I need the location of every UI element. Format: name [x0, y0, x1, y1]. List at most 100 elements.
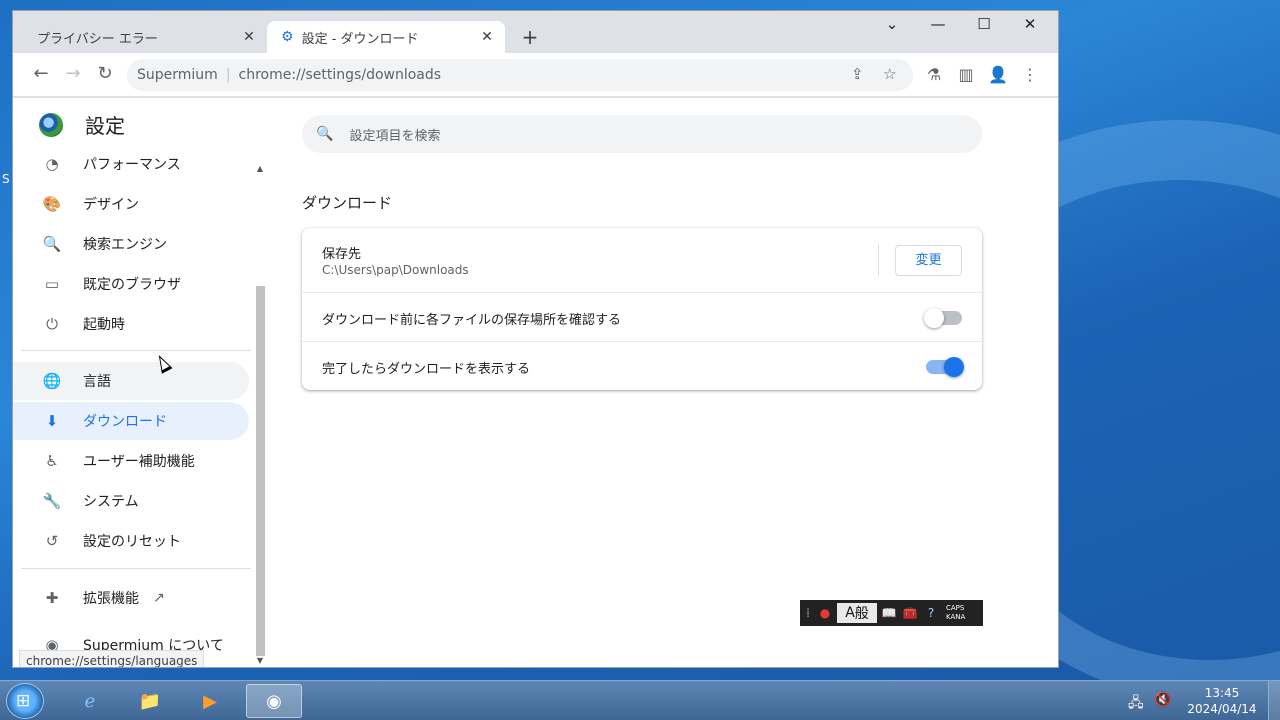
supermium-taskbar-icon[interactable]: ◉ — [246, 684, 302, 718]
change-location-button[interactable]: 変更 — [895, 245, 962, 276]
ime-grip-icon[interactable]: ⁞ — [803, 603, 813, 623]
taskbar: ⊞ ℯ 📁 ▶ ◉ 🖧 🔇 13:45 2024/04/14 — [0, 680, 1280, 720]
network-icon[interactable]: 🖧 — [1128, 692, 1144, 716]
desktop-edge-text: S — [2, 172, 10, 186]
settings-sidebar: 設定 ◔ パフォーマンス 🎨 デザイン 🔍 検索エンジン ▭ 既定のブラウザ ⏻… — [13, 98, 266, 667]
downloads-settings-card: 保存先 C:\Users\pap\Downloads 変更 ダウンロード前に各フ… — [302, 228, 982, 390]
system-clock[interactable]: 13:45 2024/04/14 — [1178, 685, 1266, 717]
location-label: 保存先 — [322, 247, 362, 262]
settings-page: 設定 ◔ パフォーマンス 🎨 デザイン 🔍 検索エンジン ▭ 既定のブラウザ ⏻… — [13, 98, 1058, 667]
tab-label: プライバシー エラー — [37, 31, 158, 47]
side-panel-icon[interactable]: ▥ — [955, 65, 977, 84]
omnibox-url: chrome://settings/downloads — [238, 67, 442, 83]
sidebar-scrollbar[interactable]: ▲ ▼ — [254, 156, 266, 667]
sidebar-item-label: 起動時 — [83, 317, 125, 333]
browser-window: プライバシー エラー ✕ ⚙ 設定 - ダウンロード ✕ + ⌄ — ☐ ✕ ←… — [12, 10, 1059, 668]
share-icon[interactable]: ⇪ — [851, 65, 864, 83]
ime-language-bar: ⁞ ● A般 📖 🧰 ? CAPS KANA — [800, 600, 983, 626]
tab-label: 設定 - ダウンロード — [301, 31, 419, 47]
volume-muted-icon[interactable]: 🔇 — [1154, 692, 1171, 708]
media-player-icon[interactable]: ▶ — [182, 684, 238, 718]
sidebar-divider — [21, 350, 251, 351]
close-window-button[interactable]: ✕ — [1015, 15, 1045, 33]
new-tab-button[interactable]: + — [518, 25, 542, 49]
tab-strip: プライバシー エラー ✕ ⚙ 設定 - ダウンロード ✕ + ⌄ — ☐ ✕ — [13, 11, 1058, 53]
ask-location-row[interactable]: ダウンロード前に各ファイルの保存場所を確認する — [302, 293, 982, 341]
sidebar-item-label: 既定のブラウザ — [83, 277, 181, 293]
wrench-icon: 🔧 — [42, 492, 62, 510]
sidebar-item-search-engine[interactable]: 🔍 検索エンジン — [13, 225, 249, 263]
omnibox-site-name: Supermium — [137, 67, 218, 83]
settings-header: 設定 — [39, 110, 125, 139]
download-location-row: 保存先 C:\Users\pap\Downloads 変更 — [302, 228, 982, 292]
clock-time: 13:45 — [1204, 686, 1240, 700]
sidebar-item-downloads[interactable]: ⬇ ダウンロード — [13, 402, 249, 440]
search-icon: 🔍 — [42, 235, 62, 253]
ime-record-icon[interactable]: ● — [816, 603, 834, 623]
sidebar-item-system[interactable]: 🔧 システム — [13, 482, 249, 520]
globe-icon: 🌐 — [42, 372, 62, 390]
sidebar-item-accessibility[interactable]: ♿ ユーザー補助機能 — [13, 442, 249, 480]
tab-search-chevron-icon[interactable]: ⌄ — [877, 15, 907, 33]
file-explorer-icon[interactable]: 📁 — [122, 684, 178, 718]
omnibox-separator: | — [225, 67, 231, 83]
scroll-up-arrow-icon[interactable]: ▲ — [254, 164, 266, 173]
sidebar-item-label: システム — [83, 494, 139, 510]
kebab-menu-icon[interactable]: ⋮ — [1019, 65, 1041, 84]
tab-close-icon[interactable]: ✕ — [479, 29, 495, 45]
ask-location-toggle[interactable] — [924, 308, 962, 328]
sidebar-item-label: パフォーマンス — [83, 157, 181, 173]
sidebar-item-label: 拡張機能 — [83, 591, 139, 607]
ime-caps-label: CAPS — [946, 604, 965, 612]
show-downloads-row[interactable]: 完了したらダウンロードを表示する — [302, 342, 982, 390]
tab-settings-downloads[interactable]: ⚙ 設定 - ダウンロード ✕ — [267, 21, 505, 53]
sidebar-item-languages[interactable]: 🌐 言語 — [13, 362, 249, 400]
sidebar-item-appearance[interactable]: 🎨 デザイン — [13, 185, 249, 223]
sidebar-item-default-browser[interactable]: ▭ 既定のブラウザ — [13, 265, 249, 303]
sidebar-item-label: ユーザー補助機能 — [83, 454, 195, 470]
sidebar-item-on-startup[interactable]: ⏻ 起動時 — [13, 305, 249, 343]
sidebar-item-label: 検索エンジン — [83, 237, 167, 253]
sidebar-item-performance[interactable]: ◔ パフォーマンス — [13, 145, 249, 183]
settings-search-input[interactable]: 🔍 設定項目を検索 — [302, 115, 982, 153]
external-link-icon: ↗ — [153, 590, 165, 606]
ime-input-mode-button[interactable]: A般 — [837, 603, 877, 623]
sidebar-item-label: デザイン — [83, 197, 139, 213]
page-title: 設定 — [85, 114, 125, 138]
download-icon: ⬇ — [45, 412, 59, 430]
reload-icon[interactable]: ↻ — [93, 63, 117, 84]
back-arrow-icon[interactable]: ← — [29, 63, 53, 84]
forward-arrow-icon[interactable]: → — [61, 63, 85, 84]
ime-kanji-label: 般 — [854, 606, 869, 622]
ime-tools-icon[interactable]: 🧰 — [901, 603, 919, 623]
show-downloads-toggle[interactable] — [926, 357, 964, 377]
internet-explorer-icon[interactable]: ℯ — [62, 684, 118, 718]
address-bar[interactable]: Supermium | chrome://settings/downloads … — [127, 59, 913, 91]
ime-dictionary-icon[interactable]: 📖 — [880, 603, 898, 623]
sidebar-item-reset-settings[interactable]: ↺ 設定のリセット — [13, 522, 249, 560]
browser-toolbar: ← → ↻ Supermium | chrome://settings/down… — [13, 53, 1058, 97]
palette-icon: 🎨 — [42, 195, 62, 213]
sidebar-item-label: ダウンロード — [83, 414, 167, 430]
supermium-logo-icon — [39, 112, 63, 137]
ime-help-icon[interactable]: ? — [922, 603, 940, 623]
maximize-button[interactable]: ☐ — [969, 15, 999, 33]
start-button[interactable]: ⊞ — [6, 683, 44, 719]
power-icon: ⏻ — [46, 315, 58, 333]
search-placeholder: 設定項目を検索 — [349, 128, 441, 144]
sidebar-item-extensions[interactable]: ✚ 拡張機能 ↗ — [13, 579, 249, 617]
labs-flask-icon[interactable]: ⚗ — [923, 65, 945, 84]
row-divider — [878, 244, 879, 276]
sidebar-item-label: 言語 — [83, 374, 111, 390]
location-path: C:\Users\pap\Downloads — [322, 263, 469, 277]
puzzle-icon: ✚ — [45, 589, 59, 607]
scroll-down-arrow-icon[interactable]: ▼ — [254, 656, 266, 665]
bookmark-star-icon[interactable]: ☆ — [883, 65, 896, 83]
tab-privacy-error[interactable]: プライバシー エラー ✕ — [23, 21, 267, 53]
toggle-knob — [944, 357, 964, 377]
profile-avatar-icon[interactable]: 👤 — [987, 65, 1009, 84]
show-desktop-button[interactable] — [1268, 681, 1280, 720]
tab-close-icon[interactable]: ✕ — [241, 29, 257, 45]
minimize-button[interactable]: — — [923, 15, 953, 33]
scrollbar-thumb[interactable] — [256, 286, 265, 656]
